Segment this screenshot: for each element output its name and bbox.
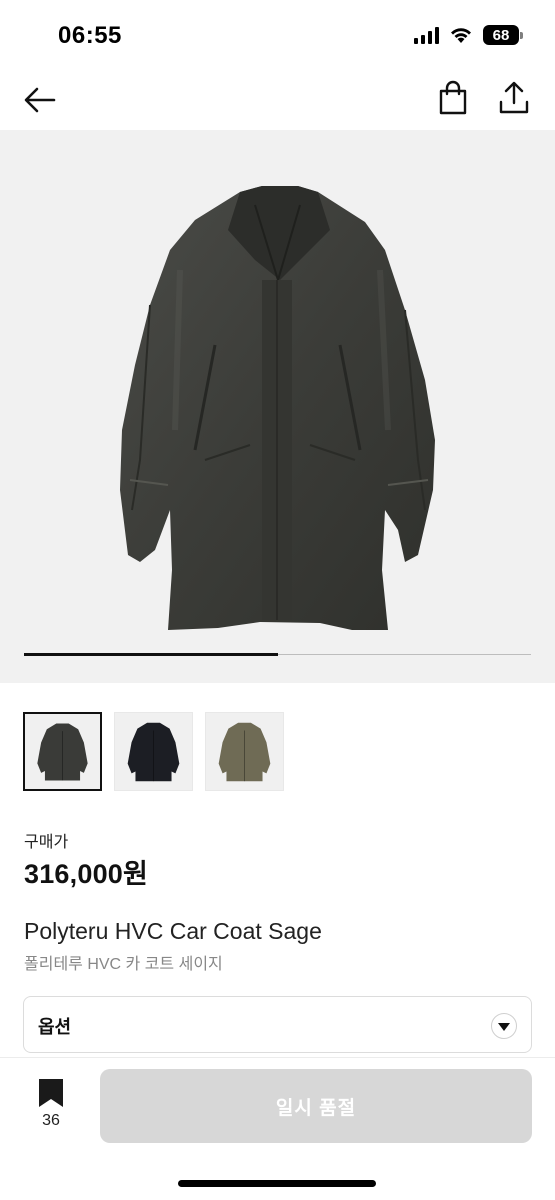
thumbnail-coat-image — [127, 722, 180, 782]
bottom-divider — [0, 1057, 555, 1058]
bookmark-button[interactable]: 36 — [30, 1078, 72, 1138]
chevron-down-icon — [491, 1013, 517, 1039]
thumbnail-black[interactable] — [114, 712, 193, 791]
gallery-progress — [24, 653, 531, 656]
product-image-gallery[interactable] — [0, 130, 555, 683]
option-label: 옵션 — [38, 1017, 72, 1037]
coat-image — [120, 186, 435, 630]
wifi-icon — [451, 28, 471, 43]
thumbnail-coat-image — [37, 723, 88, 781]
home-indicator — [178, 1180, 376, 1187]
bookmark-icon — [39, 1079, 63, 1107]
shopping-bag-icon[interactable] — [436, 80, 470, 116]
product-name: Polyteru HVC Car Coat Sage — [24, 918, 322, 944]
gallery-progress-fill — [24, 653, 278, 656]
status-icons: 68 — [414, 25, 523, 45]
status-time: 06:55 — [58, 22, 122, 49]
share-icon[interactable] — [497, 80, 531, 116]
battery-icon: 68 — [483, 25, 523, 45]
bookmark-count: 36 — [42, 1112, 60, 1129]
nav-bar — [0, 72, 555, 130]
price-value: 316,000원 — [24, 859, 149, 889]
thumbnail-sage[interactable] — [23, 712, 102, 791]
signal-icon — [414, 26, 439, 44]
thumbnail-coat-image — [218, 722, 271, 782]
arrow-left-icon[interactable] — [22, 82, 58, 118]
thumbnail-strip — [23, 712, 284, 791]
price-label: 구매가 — [24, 834, 69, 851]
status-bar: 06:55 68 — [0, 0, 555, 72]
thumbnail-khaki[interactable] — [205, 712, 284, 791]
battery-level: 68 — [492, 26, 510, 44]
product-name-korean: 폴리테루 HVC 카 코트 세이지 — [24, 956, 223, 973]
sold-out-button[interactable]: 일시 품절 — [100, 1069, 532, 1143]
option-select[interactable]: 옵션 — [23, 996, 532, 1053]
